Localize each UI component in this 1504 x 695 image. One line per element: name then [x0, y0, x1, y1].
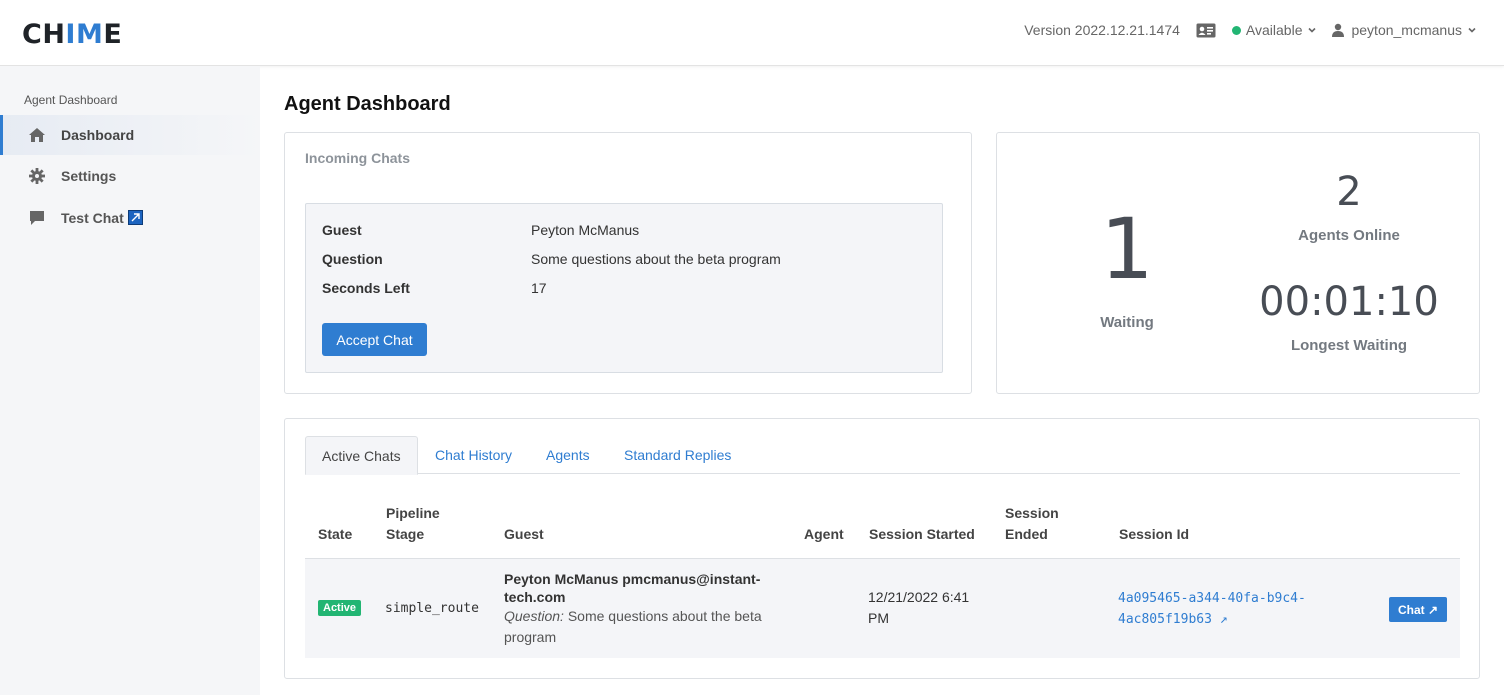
- session-started-value: 12/21/2022 6:41 PM: [868, 589, 970, 626]
- column-header-session-id: Session Id: [1119, 526, 1190, 542]
- sidebar-section-title: Agent Dashboard: [24, 93, 118, 107]
- question-label: Question: [322, 251, 383, 267]
- status-label: Available: [1245, 22, 1303, 38]
- column-header-state: State: [318, 526, 353, 542]
- column-header-pipeline-stage: Pipeline Stage: [386, 505, 440, 542]
- external-link-icon: [127, 210, 143, 225]
- chevron-down-icon: [1308, 27, 1317, 33]
- agents-online-count: 2: [1336, 169, 1362, 215]
- chime-logo[interactable]: CHIME: [22, 19, 122, 50]
- stats-card: 1 Waiting 2 Agents Online 00:01:10 Longe…: [996, 132, 1480, 394]
- status-dot-icon: [1231, 25, 1241, 35]
- column-header-agent: Agent: [804, 526, 844, 542]
- guest-label: Guest: [322, 222, 362, 238]
- sidebar: Agent Dashboard Dashboard Settings Test …: [0, 66, 260, 695]
- agents-online-label: Agents Online: [1298, 227, 1400, 244]
- user-icon: [1332, 23, 1345, 37]
- chat-bubble-icon: [28, 209, 46, 227]
- chat-invitation-panel: Guest Peyton McManus Question Some quest…: [305, 203, 943, 373]
- version-label: Version 2022.12.21.1474: [1024, 22, 1180, 38]
- guest-name-email: Peyton McManus pmcmanus@instant-tech.com: [504, 571, 761, 605]
- accept-chat-button[interactable]: Accept Chat: [322, 323, 427, 356]
- home-icon: [28, 126, 46, 144]
- sidebar-item-label: Dashboard: [61, 127, 135, 143]
- header-right: Version 2022.12.21.1474 Available peyton…: [1024, 22, 1476, 38]
- waiting-label: Waiting: [1100, 314, 1154, 331]
- guest-question: Question: Some questions about the beta p…: [504, 608, 762, 645]
- top-bar: CHIME Version 2022.12.21.1474 Available …: [0, 0, 1504, 66]
- chats-card: Active Chats Chat History Agents Standar…: [284, 418, 1480, 679]
- sidebar-item-settings[interactable]: Settings: [0, 156, 260, 196]
- sidebar-item-test-chat[interactable]: Test Chat: [0, 198, 260, 238]
- sidebar-item-dashboard[interactable]: Dashboard: [0, 115, 260, 155]
- sidebar-item-label: Settings: [61, 168, 117, 184]
- pipeline-stage-value: simple_route: [385, 601, 479, 616]
- waiting-count: 1: [1100, 200, 1154, 298]
- gear-icon: [28, 167, 46, 185]
- status-badge: Active: [318, 600, 362, 616]
- sidebar-item-label: Test Chat: [61, 210, 143, 226]
- tab-standard-replies[interactable]: Standard Replies: [624, 436, 731, 474]
- chat-tabs: Active Chats Chat History Agents Standar…: [305, 436, 1460, 475]
- table-row: Active simple_route Peyton McManus pmcma…: [305, 558, 1460, 658]
- tab-chat-history[interactable]: Chat History: [435, 436, 512, 474]
- tab-agents[interactable]: Agents: [546, 436, 590, 474]
- column-header-session-started: Session Started: [869, 526, 975, 542]
- longest-waiting-label: Longest Waiting: [1290, 337, 1408, 354]
- column-header-guest: Guest: [504, 526, 544, 542]
- username-label: peyton_mcmanus: [1351, 22, 1462, 38]
- seconds-left-label: Seconds Left: [322, 280, 410, 296]
- status-dropdown[interactable]: Available: [1231, 22, 1317, 38]
- guest-cell: Peyton McManus pmcmanus@instant-tech.com…: [504, 570, 784, 648]
- chevron-down-icon: [1468, 27, 1476, 33]
- guest-value: Peyton McManus: [531, 222, 640, 238]
- column-header-session-ended: Session Ended: [1005, 505, 1059, 542]
- id-card-icon[interactable]: [1196, 23, 1216, 38]
- seconds-left-value: 17: [531, 280, 547, 296]
- tab-active-chats[interactable]: Active Chats: [305, 436, 418, 475]
- incoming-chats-title: Incoming Chats: [305, 150, 411, 166]
- question-value: Some questions about the beta program: [531, 251, 781, 267]
- session-id-link[interactable]: 4a095465-a344-40fa-b9c4- 4ac805f19b63 ↗: [1118, 588, 1306, 630]
- open-chat-button[interactable]: Chat ↗: [1389, 597, 1447, 622]
- longest-waiting-time: 00:01:10: [1259, 279, 1439, 325]
- incoming-chats-card: Incoming Chats Guest Peyton McManus Ques…: [284, 132, 972, 394]
- page-title: Agent Dashboard: [284, 93, 451, 115]
- user-menu[interactable]: peyton_mcmanus: [1332, 22, 1476, 38]
